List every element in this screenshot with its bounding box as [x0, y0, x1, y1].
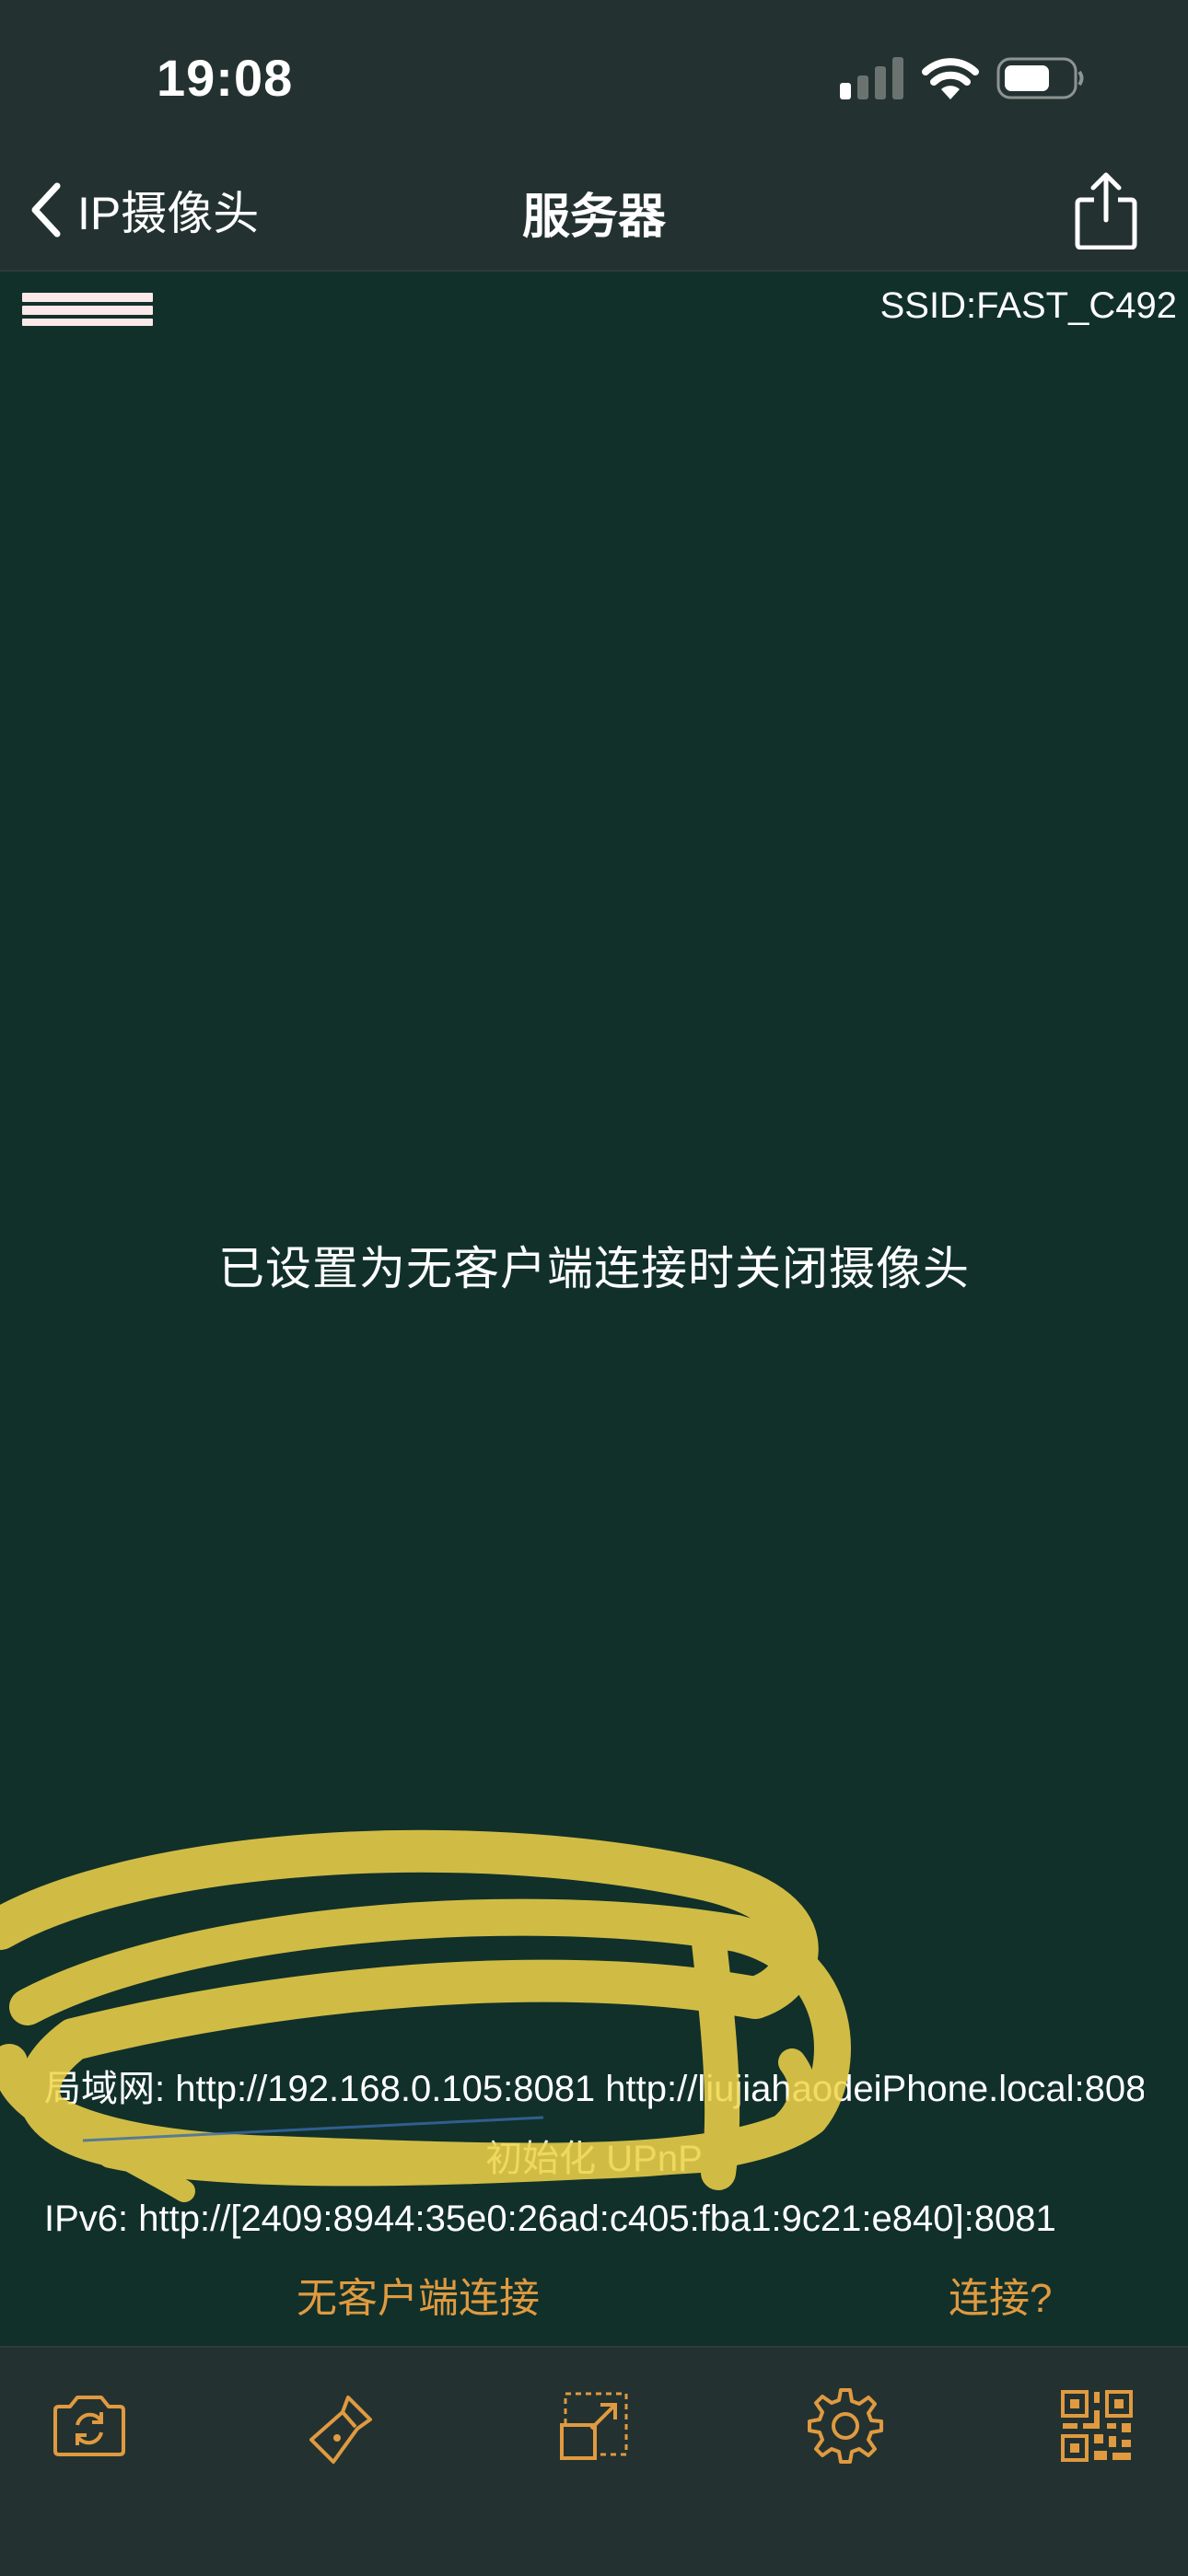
status-bar: 19:08 [0, 0, 1188, 152]
ipv6-address: IPv6: http://[2409:8944:35e0:26ad:c405:f… [44, 2199, 1056, 2239]
camera-status-message: 已设置为无客户端连接时关闭摄像头 [218, 1243, 970, 1294]
share-icon[interactable] [1074, 172, 1138, 249]
flashlight-icon[interactable] [300, 2385, 383, 2467]
connect-help-link[interactable]: 连接? [949, 2265, 1052, 2324]
status-time: 19:08 [157, 49, 294, 107]
lan-address: 局域网: http://192.168.0.105:8081 http://li… [44, 2069, 1144, 2109]
ssid-label: SSID:FAST_C492 [879, 285, 1177, 326]
page-title: 服务器 [521, 191, 666, 244]
settings-icon[interactable] [804, 2385, 887, 2467]
qr-code-icon[interactable] [1055, 2385, 1138, 2467]
resize-icon[interactable] [553, 2385, 635, 2467]
wifi-icon [922, 58, 979, 99]
cellular-signal-icon [840, 57, 903, 99]
client-connection-status: 无客户端连接 [297, 2276, 540, 2321]
upnp-status: 初始化 UPnP [485, 2139, 703, 2179]
battery-icon [996, 57, 1084, 99]
navigation-bar: IP摄像头 服务器 [0, 152, 1188, 272]
switch-camera-icon[interactable] [48, 2385, 131, 2467]
bottom-toolbar [0, 2346, 1188, 2576]
menu-icon[interactable] [22, 293, 153, 326]
